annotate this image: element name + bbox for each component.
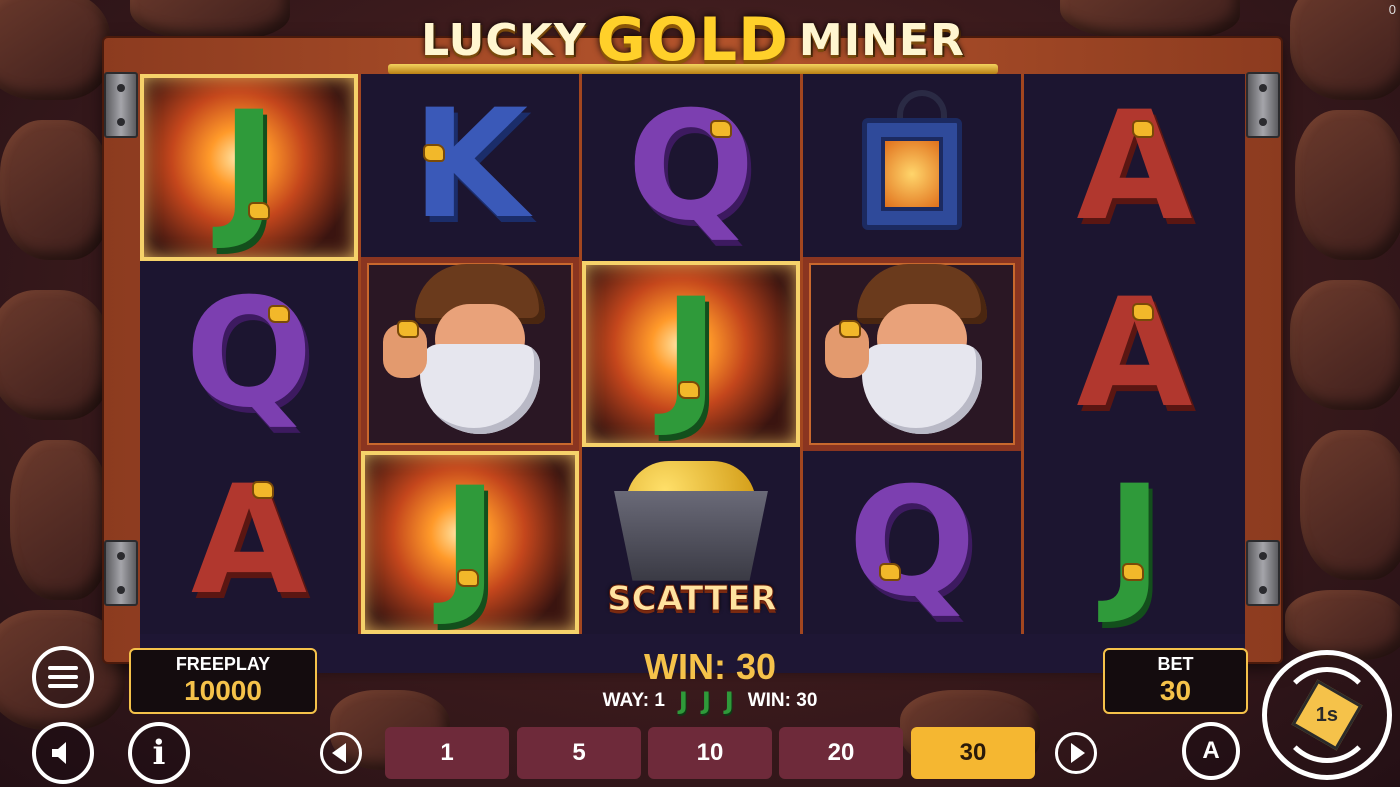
reel-cell: Q xyxy=(803,451,1021,634)
reel-cell-winning: J xyxy=(582,260,800,448)
symbol-a: A xyxy=(1076,80,1193,255)
reel-cell: A xyxy=(1024,74,1245,261)
reel-cell: Q xyxy=(140,261,358,448)
bet-label: BET xyxy=(1157,654,1194,674)
reel-cell: Q xyxy=(582,74,800,261)
symbol-j: J xyxy=(1106,453,1163,628)
bet-value: 30 xyxy=(1159,675,1192,706)
reel-5: A A J xyxy=(1024,74,1245,634)
reel-4: Q xyxy=(803,74,1024,634)
balance-display: FREEPLAY 10000 xyxy=(129,648,317,714)
reel-cell: A xyxy=(1024,261,1245,448)
sound-button[interactable] xyxy=(32,722,94,784)
bet-option[interactable]: 5 xyxy=(517,727,641,779)
bet-prev-button[interactable] xyxy=(320,732,362,774)
corner-counter: 0 xyxy=(1388,2,1396,17)
symbol-q: Q xyxy=(185,267,313,441)
reel-grid: J Q A K J Q J SCATTER Q A A J xyxy=(140,74,1245,635)
symbol-j: J xyxy=(663,267,719,441)
frame-bracket xyxy=(104,72,138,138)
chevron-left-icon xyxy=(332,743,346,763)
frame-bracket xyxy=(104,540,138,606)
symbol-j: J xyxy=(442,455,498,630)
bet-option[interactable]: 10 xyxy=(648,727,772,779)
reel-cell-winning: J xyxy=(361,451,579,635)
scatter-label: SCATTER xyxy=(607,578,778,619)
win-way-line: WAY: 1 J J J WIN: 30 xyxy=(520,687,900,715)
bet-option[interactable]: 20 xyxy=(779,727,903,779)
spin-arrows-icon: 1s xyxy=(1279,667,1375,763)
bet-display: BET 30 xyxy=(1103,648,1248,714)
bet-option-selected[interactable]: 30 xyxy=(911,727,1035,779)
scatter-symbol: SCATTER xyxy=(596,451,786,631)
bet-next-button[interactable] xyxy=(1055,732,1097,774)
spin-icon: 1s xyxy=(1291,679,1363,751)
way-symbol: J xyxy=(724,687,734,715)
reel-cell: A xyxy=(140,447,358,634)
reel-cell xyxy=(361,256,579,452)
symbol-k: K xyxy=(411,78,529,253)
reel-1: J Q A xyxy=(140,74,361,634)
frame-bracket xyxy=(1246,540,1280,606)
autoplay-button[interactable]: A xyxy=(1182,722,1240,780)
bet-option[interactable]: 1 xyxy=(385,727,509,779)
game-logo: LUCKY GOLD MINER xyxy=(388,4,998,76)
win-amount: WIN: 30 xyxy=(643,646,776,687)
chevron-right-icon xyxy=(1071,743,1085,763)
speaker-icon xyxy=(52,742,66,764)
reel-cell: K xyxy=(361,74,579,257)
logo-word-miner: MINER xyxy=(798,14,965,66)
symbol-q: Q xyxy=(848,455,976,630)
logo-word-lucky: LUCKY xyxy=(421,14,587,66)
way-win: WIN: 30 xyxy=(747,690,818,711)
lantern-symbol xyxy=(852,90,972,240)
symbol-q: Q xyxy=(627,80,755,255)
reel-cell: J xyxy=(1024,447,1245,634)
way-label: WAY: 1 xyxy=(602,690,665,711)
way-symbol: J xyxy=(678,687,688,715)
reel-cell-winning: J xyxy=(140,74,358,261)
spin-button[interactable]: 1s xyxy=(1262,650,1392,780)
info-icon: i xyxy=(152,733,166,773)
reel-3: Q J SCATTER xyxy=(582,74,803,634)
symbol-a: A xyxy=(190,453,308,628)
reel-2: K J xyxy=(361,74,582,635)
way-symbol: J xyxy=(701,687,711,715)
menu-button[interactable] xyxy=(32,646,94,708)
reel-cell xyxy=(803,256,1021,452)
autoplay-icon: A xyxy=(1202,737,1220,764)
symbol-a: A xyxy=(1076,267,1193,441)
miner-symbol xyxy=(375,264,565,444)
info-button[interactable]: i xyxy=(128,722,190,784)
hamburger-icon xyxy=(48,666,78,688)
symbol-j: J xyxy=(221,80,277,255)
miner-symbol xyxy=(817,264,1007,444)
balance-label: FREEPLAY xyxy=(175,654,271,674)
reel-cell xyxy=(803,74,1021,257)
frame-bracket xyxy=(1246,72,1280,138)
balance-value: 10000 xyxy=(184,675,262,706)
reel-cell: SCATTER xyxy=(582,447,800,634)
